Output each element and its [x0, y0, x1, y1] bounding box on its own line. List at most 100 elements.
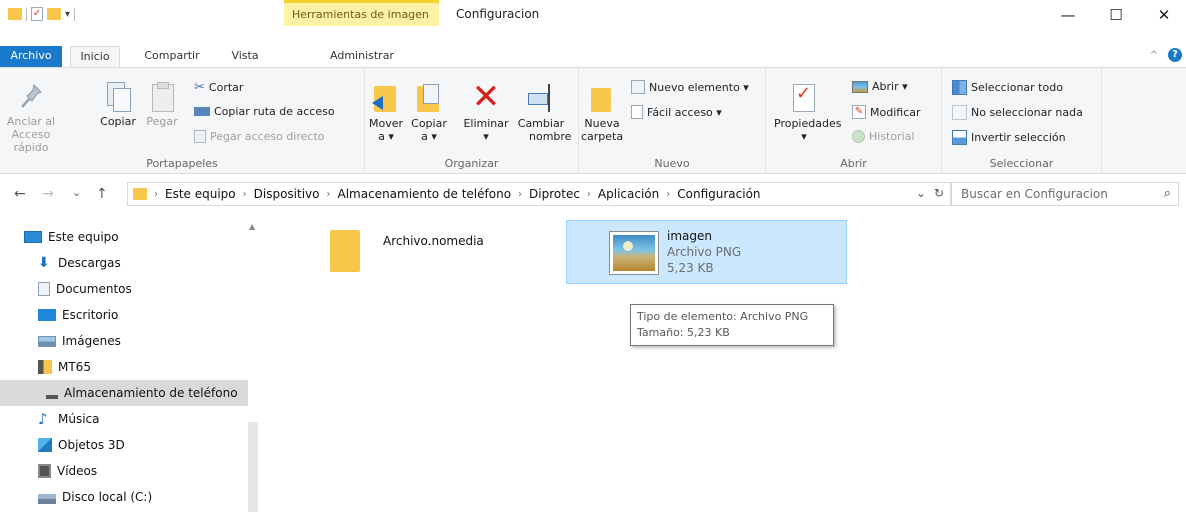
copy-icon — [107, 82, 131, 112]
file-item-selected[interactable]: imagen Archivo PNG 5,23 KB — [566, 220, 847, 284]
delete-button[interactable]: ✕ Eliminar ▾ — [461, 77, 511, 143]
new-group-label: Nuevo — [654, 157, 690, 170]
recent-locations-button[interactable]: ⌄ — [72, 186, 81, 199]
customize-qat-icon[interactable]: ▾ — [65, 9, 70, 20]
copy-to-button[interactable]: Copiar a ▾ — [409, 82, 449, 143]
new-folder-icon[interactable] — [47, 8, 61, 20]
breadcrumb-phone-storage[interactable]: Almacenamiento de teléfono — [334, 187, 516, 201]
navigation-scrollbar-thumb[interactable] — [248, 422, 258, 512]
select-all-button[interactable]: Seleccionar todo — [952, 80, 1063, 95]
file-size: 5,23 KB — [667, 261, 714, 275]
nav-item-documents[interactable]: Documentos — [0, 276, 248, 302]
image-thumbnail — [609, 231, 659, 275]
folder-icon[interactable] — [8, 8, 22, 20]
select-none-button[interactable]: No seleccionar nada — [952, 105, 1083, 120]
clipboard-group-label: Portapapeles — [146, 157, 218, 170]
scroll-up-arrow[interactable]: ▲ — [249, 222, 255, 231]
search-icon[interactable]: ⌕ — [1164, 183, 1171, 205]
search-input[interactable]: Buscar en Configuracion ⌕ — [951, 182, 1179, 206]
up-button[interactable]: ↑ — [96, 186, 108, 202]
properties-button[interactable]: Propiedades ▾ — [774, 82, 841, 143]
search-placeholder: Buscar en Configuracion — [961, 187, 1108, 201]
storage-icon — [46, 395, 58, 399]
copy-path-button[interactable]: Copiar ruta de acceso — [194, 105, 335, 118]
nav-item-desktop[interactable]: Escritorio — [0, 302, 248, 328]
breadcrumb-separator: › — [154, 188, 158, 200]
nav-item-music[interactable]: ♪ Música — [0, 406, 248, 432]
breadcrumb-configuration[interactable]: Configuración — [673, 187, 764, 201]
pin-quick-access-button[interactable]: Anclar al Acceso rápido — [6, 82, 56, 154]
close-button[interactable]: ✕ — [1140, 0, 1186, 30]
maximize-button[interactable]: ☐ — [1092, 0, 1140, 30]
copy-button[interactable]: Copiar — [98, 82, 138, 128]
phone-icon — [38, 360, 52, 374]
collapse-ribbon-icon[interactable]: ^ — [1150, 50, 1158, 61]
nav-item-videos[interactable]: Vídeos — [0, 458, 248, 484]
desktop-icon — [38, 309, 56, 321]
file-type: Archivo PNG — [667, 245, 742, 259]
window-title: Configuracion — [456, 7, 540, 21]
address-tools: ⌄ ↻ — [916, 186, 944, 200]
invert-selection-button[interactable]: Invertir selección — [952, 130, 1066, 145]
address-dropdown-icon[interactable]: ⌄ — [916, 186, 926, 200]
drive-icon — [38, 494, 56, 504]
back-button[interactable]: ← — [14, 186, 26, 202]
nav-item-phone-storage[interactable]: Almacenamiento de teléfono — [0, 380, 248, 406]
select-group-label: Seleccionar — [989, 157, 1054, 170]
nav-item-this-pc[interactable]: Este equipo — [0, 224, 248, 250]
edit-button[interactable]: ✎ Modificar — [852, 105, 921, 119]
tab-file[interactable]: Archivo — [0, 46, 62, 68]
address-bar[interactable]: › Este equipo › Dispositivo › Almacenami… — [127, 182, 951, 206]
history-button[interactable]: Historial — [852, 130, 914, 143]
select-none-icon — [952, 105, 967, 120]
paste-button[interactable]: Pegar — [144, 82, 180, 128]
move-to-button[interactable]: Mover a ▾ — [367, 82, 405, 143]
properties-icon[interactable]: ✓ — [31, 7, 43, 21]
tab-view[interactable]: Vista — [222, 46, 268, 68]
properties-icon — [790, 82, 818, 114]
nav-item-3d-objects[interactable]: Objetos 3D — [0, 432, 248, 458]
rename-button[interactable]: Cambiar nombre — [515, 82, 571, 143]
refresh-icon[interactable]: ↻ — [934, 186, 944, 200]
pictures-icon — [38, 335, 56, 347]
address-toolbar: ← → ⌄ ↑ › Este equipo › Dispositivo › Al… — [0, 174, 1186, 212]
folder-icon — [330, 230, 360, 272]
tab-share[interactable]: Compartir — [134, 46, 210, 68]
paste-shortcut-button[interactable]: Pegar acceso directo — [194, 130, 325, 143]
copy-to-icon — [415, 82, 443, 114]
breadcrumb-diprotec[interactable]: Diprotec — [525, 187, 584, 201]
quick-access-toolbar: ✓ ▾ — [8, 6, 76, 22]
paste-icon — [150, 82, 174, 112]
folder-name: Archivo.nomedia — [383, 234, 484, 248]
tab-manage[interactable]: Administrar — [316, 46, 408, 68]
select-all-icon — [952, 80, 967, 95]
help-area: ^ ? — [1150, 48, 1182, 62]
new-item-button[interactable]: Nuevo elemento ▾ — [631, 80, 749, 94]
folder-item[interactable]: Archivo.nomedia — [262, 216, 542, 286]
new-folder-button[interactable]: Nueva carpeta — [581, 82, 623, 143]
breadcrumb-separator: › — [666, 188, 671, 200]
nav-item-downloads[interactable]: ⬇ Descargas — [0, 250, 248, 276]
nav-item-mt65[interactable]: MT65 — [0, 354, 248, 380]
toolbar-divider — [74, 7, 76, 21]
tab-home[interactable]: Inicio — [70, 46, 120, 68]
forward-button[interactable]: → — [42, 186, 54, 202]
nav-item-pictures[interactable]: Imágenes — [0, 328, 248, 354]
delete-icon: ✕ — [471, 77, 501, 117]
image-tools-context-tab: Herramientas de imagen — [284, 0, 439, 46]
copy-path-icon — [194, 107, 210, 116]
help-icon[interactable]: ? — [1168, 48, 1182, 62]
pin-icon — [18, 82, 44, 112]
open-button[interactable]: Abrir ▾ — [852, 80, 908, 93]
minimize-button[interactable]: — — [1044, 0, 1092, 30]
file-tooltip: Tipo de elemento: Archivo PNG Tamaño: 5,… — [630, 304, 834, 346]
music-icon: ♪ — [38, 410, 48, 428]
cut-button[interactable]: ✂ Cortar — [194, 80, 243, 95]
nav-item-local-disk[interactable]: Disco local (C:) — [0, 484, 248, 510]
breadcrumb-device[interactable]: Dispositivo — [250, 187, 324, 201]
easy-access-button[interactable]: Fácil acceso ▾ — [631, 105, 722, 119]
context-tab-title: Herramientas de imagen — [292, 8, 429, 21]
breadcrumb-this-pc[interactable]: Este equipo — [161, 187, 240, 201]
folder-icon — [133, 188, 147, 200]
breadcrumb-application[interactable]: Aplicación — [594, 187, 663, 201]
